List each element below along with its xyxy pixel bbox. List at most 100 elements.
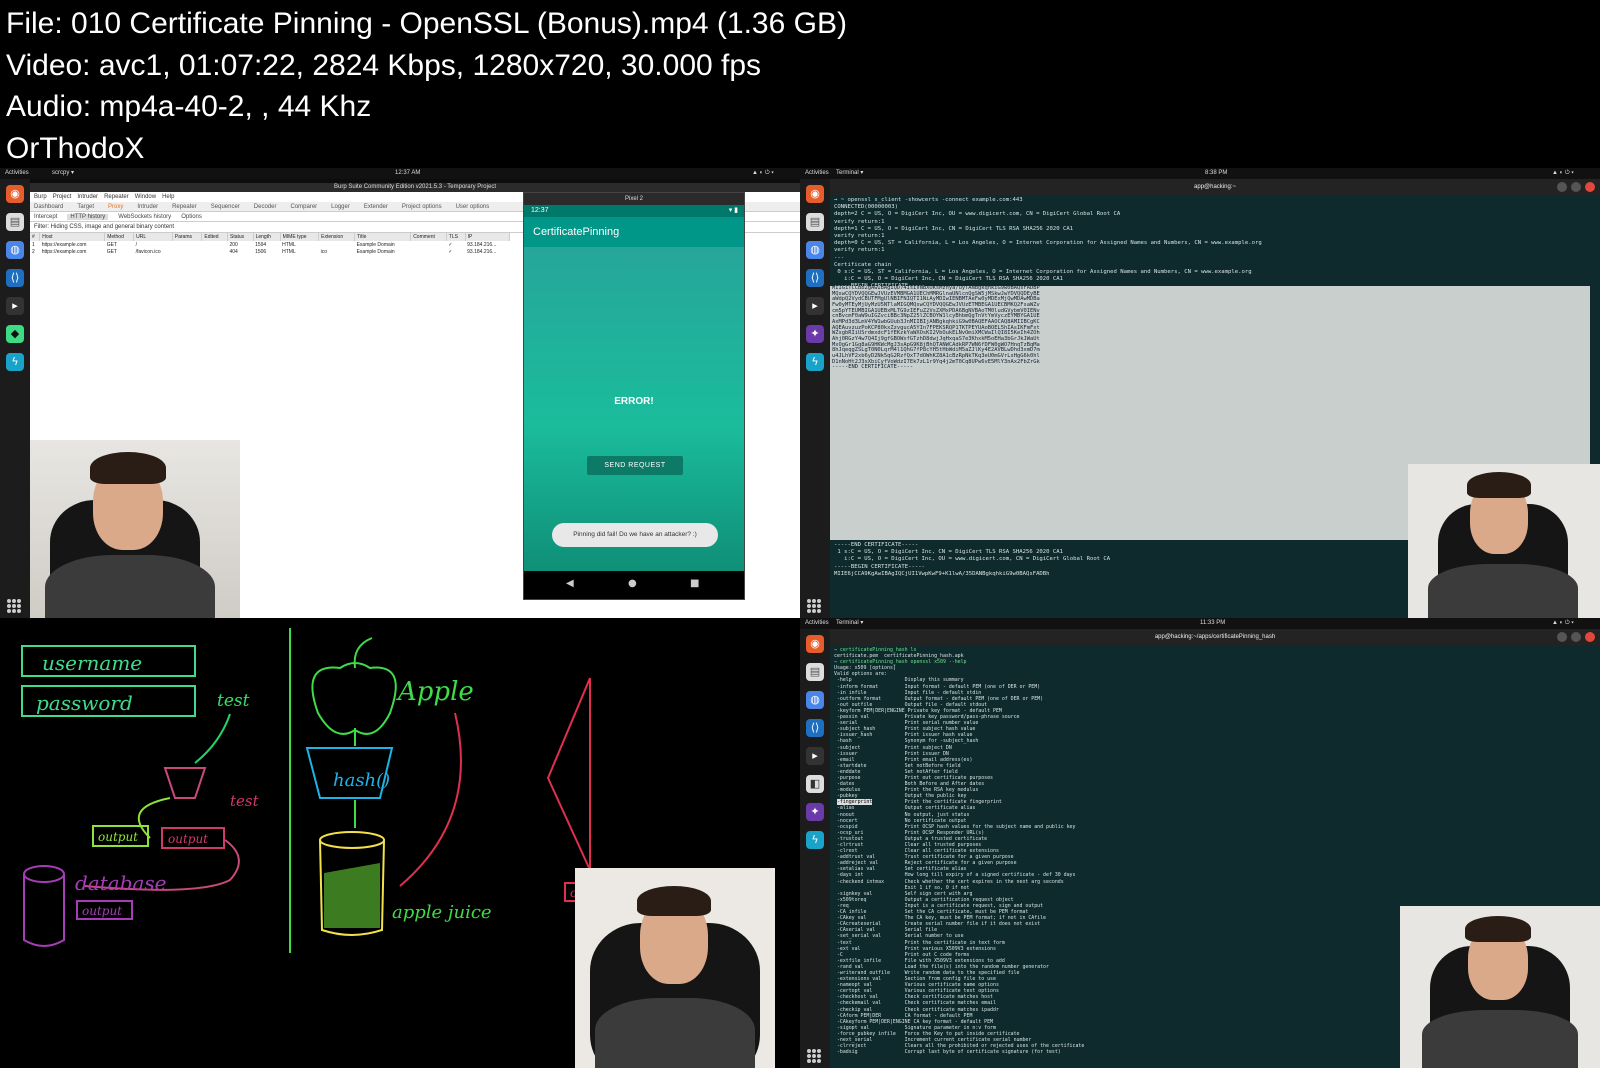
terminal-icon[interactable]: ▸ <box>806 747 824 765</box>
burp-icon[interactable]: ✦ <box>806 325 824 343</box>
close-icon[interactable] <box>1585 632 1595 642</box>
files-icon[interactable]: ▤ <box>806 663 824 681</box>
menu-item[interactable]: Help <box>162 194 174 200</box>
dock: ◉ ▤ ◍ ⟨⟩ ▸ ◧ ✦ ϟ <box>800 629 830 1068</box>
terminal-line: -clrext Clear all certificate extensions <box>834 848 999 855</box>
clock[interactable]: 11:33 PM <box>1200 618 1225 629</box>
column-header[interactable]: MIME type <box>280 233 320 241</box>
menu-item[interactable]: Intruder <box>77 194 98 200</box>
menu-item[interactable]: Project <box>53 194 72 200</box>
burp-icon[interactable]: ✦ <box>806 803 824 821</box>
system-tray-icons[interactable]: ▲ ◐ ⏻ ▾ <box>752 168 774 179</box>
terminal-screen-top: Activities Terminal ▾ 8:38 PM ▲ ◐ ⏻ ▾ ◉ … <box>800 168 1600 618</box>
clock[interactable]: 12:37 AM <box>395 168 420 179</box>
burp-tab[interactable]: Extender <box>364 204 388 210</box>
image-viewer-icon[interactable]: ◧ <box>806 775 824 793</box>
app-menu[interactable]: Terminal ▾ <box>836 168 863 179</box>
files-icon[interactable]: ▤ <box>806 213 824 231</box>
activities-button[interactable]: Activities <box>805 168 829 179</box>
burp-tab[interactable]: Comparer <box>290 204 317 210</box>
terminal-line: -checkemail val Check certificate matche… <box>834 1000 996 1007</box>
table-cell <box>202 241 228 248</box>
terminal-output[interactable]: → ~ openssl s_client -showcerts -connect… <box>830 195 1600 293</box>
terminal-icon[interactable]: ▸ <box>6 297 24 315</box>
burp-tab[interactable]: Target <box>77 204 94 210</box>
column-header[interactable]: Length <box>253 233 281 241</box>
burp-tab[interactable]: Project options <box>402 204 442 210</box>
firefox-icon[interactable]: ◉ <box>806 185 824 203</box>
output-label-1: output <box>98 830 138 844</box>
burp-tab[interactable]: Decoder <box>254 204 277 210</box>
apps-grid-icon[interactable] <box>807 599 821 613</box>
burp-tab[interactable]: Dashboard <box>34 204 63 210</box>
clock[interactable]: 8:38 PM <box>1205 168 1227 179</box>
send-request-button[interactable]: SEND REQUEST <box>587 456 683 475</box>
firefox-icon[interactable]: ◉ <box>6 185 24 203</box>
terminal-line: -set_serial val Serial number to use <box>834 933 964 940</box>
burp-tab[interactable]: Repeater <box>172 204 197 210</box>
system-tray-icons[interactable]: ▲ ◐ ⏻ ▾ <box>1552 168 1574 179</box>
vscode-icon[interactable]: ⟨⟩ <box>806 269 824 287</box>
bolt-icon[interactable]: ϟ <box>6 353 24 371</box>
bolt-icon[interactable]: ϟ <box>806 353 824 371</box>
table-cell <box>172 248 202 255</box>
burp-tab[interactable]: Intruder <box>137 204 158 210</box>
burp-subtab[interactable]: Intercept <box>34 214 57 220</box>
apps-grid-icon[interactable] <box>807 1049 821 1063</box>
recents-icon[interactable]: ■ <box>690 578 699 589</box>
chrome-icon[interactable]: ◍ <box>6 241 24 259</box>
close-icon[interactable] <box>1585 182 1595 192</box>
burp-subtab[interactable]: WebSockets history <box>118 214 171 220</box>
column-header[interactable]: IP <box>465 233 511 241</box>
activities-button[interactable]: Activities <box>5 168 29 179</box>
column-header[interactable]: Title <box>354 233 412 241</box>
terminal-line: → certificatePinning_hash openssl x509 -… <box>834 659 967 666</box>
minimize-icon[interactable] <box>1557 182 1567 192</box>
column-header[interactable]: Extension <box>318 233 356 241</box>
bolt-icon[interactable]: ϟ <box>806 831 824 849</box>
app-menu[interactable]: Terminal ▾ <box>836 618 863 629</box>
column-header[interactable]: URL <box>133 233 173 241</box>
vscode-icon[interactable]: ⟨⟩ <box>6 269 24 287</box>
maximize-icon[interactable] <box>1571 182 1581 192</box>
terminal-line: Valid options are: <box>834 671 887 678</box>
terminal-icon[interactable]: ▸ <box>806 297 824 315</box>
column-header[interactable]: Host <box>39 233 106 241</box>
burp-tab[interactable]: Sequencer <box>211 204 240 210</box>
files-icon[interactable]: ▤ <box>6 213 24 231</box>
column-header[interactable]: Method <box>104 233 135 241</box>
table-cell: HTML <box>282 241 296 248</box>
maximize-icon[interactable] <box>1571 632 1581 642</box>
chrome-icon[interactable]: ◍ <box>806 241 824 259</box>
column-header[interactable]: # <box>30 233 41 241</box>
burp-subtab[interactable]: Options <box>181 214 202 220</box>
menu-item[interactable]: Repeater <box>104 194 129 200</box>
firefox-icon[interactable]: ◉ <box>806 635 824 653</box>
column-header[interactable]: Comment <box>410 233 447 241</box>
terminal-output-tail[interactable]: -----END CERTIFICATE----- 1 s:C = US, O … <box>830 540 1114 580</box>
terminal-line: -checkend intmax Check whether the cert … <box>834 878 1064 885</box>
column-header[interactable]: Status <box>227 233 254 241</box>
column-header[interactable]: TLS <box>446 233 466 241</box>
minimize-icon[interactable] <box>1557 632 1567 642</box>
apps-grid-icon[interactable] <box>7 599 21 613</box>
vscode-icon[interactable]: ⟨⟩ <box>806 719 824 737</box>
chrome-icon[interactable]: ◍ <box>806 691 824 709</box>
column-header[interactable]: Edited <box>201 233 228 241</box>
burp-tab[interactable]: Proxy <box>108 204 123 210</box>
burp-tab[interactable]: User options <box>456 204 490 210</box>
menu-item[interactable]: Burp <box>34 194 47 200</box>
burp-tab[interactable]: Logger <box>331 204 350 210</box>
app-menu[interactable]: scrcpy ▾ <box>52 168 74 179</box>
system-tray-icons[interactable]: ▲ ◐ ⏻ ▾ <box>1552 618 1574 629</box>
output-label-2: output <box>168 832 208 846</box>
android-studio-icon[interactable]: ◆ <box>6 325 24 343</box>
menu-item[interactable]: Window <box>135 194 156 200</box>
table-row[interactable]: 2 https://example.com GET/favicon.ico 404 15… <box>30 248 510 255</box>
back-icon[interactable]: ◀ <box>566 578 574 589</box>
home-icon[interactable]: ● <box>628 578 637 589</box>
burp-subtab[interactable]: HTTP history <box>67 214 109 220</box>
column-header[interactable]: Params <box>172 233 203 241</box>
activities-button[interactable]: Activities <box>805 618 829 629</box>
table-row[interactable]: 1 https://example.com GET / 200 1594 HTML Examp… <box>30 241 510 248</box>
